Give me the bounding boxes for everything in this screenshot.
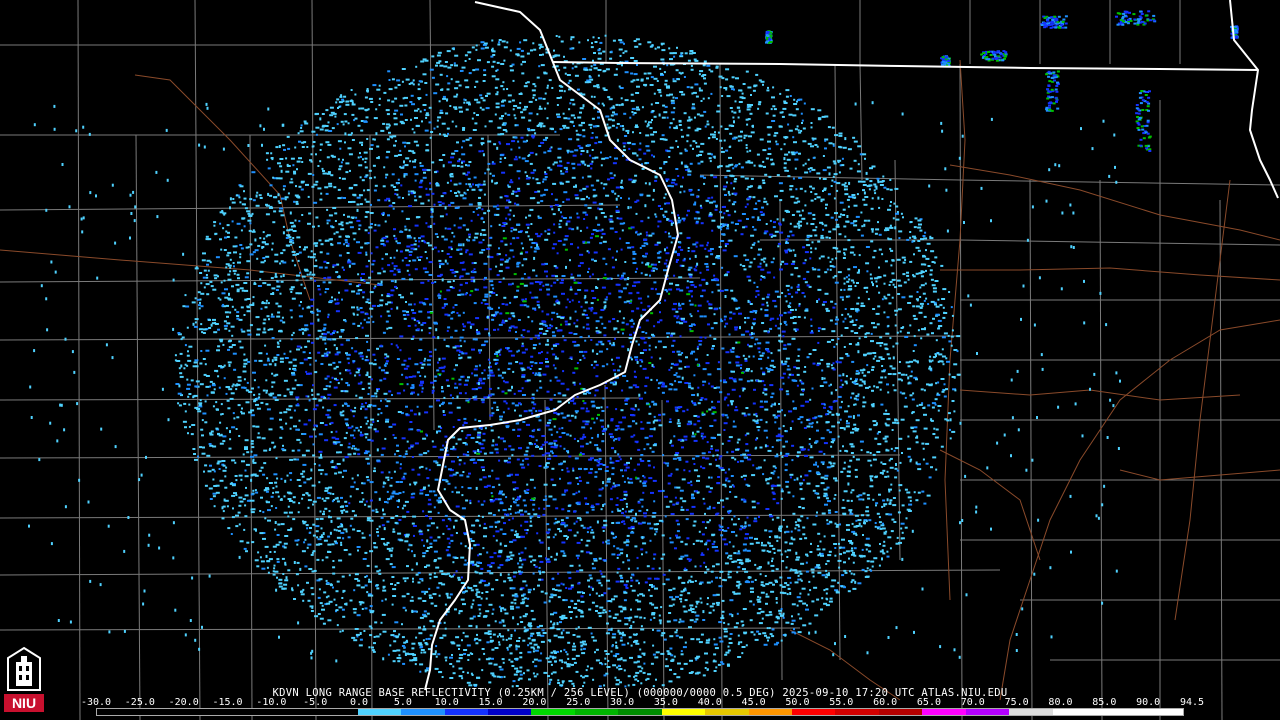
colorbar-tick-label: 90.0 <box>1136 697 1161 708</box>
colorbar-swatch <box>835 709 879 715</box>
colorbar-swatch <box>1009 709 1053 715</box>
colorbar-swatch <box>661 709 706 715</box>
colorbar-swatch <box>401 709 445 715</box>
colorbar-tick-label: 45.0 <box>741 697 766 708</box>
colorbar-tick-label: 55.0 <box>829 697 854 708</box>
colorbar-tick-label: -15.0 <box>212 697 243 708</box>
colorbar-tick-label: -20.0 <box>168 697 199 708</box>
colorbar-tick-label: -25.0 <box>124 697 155 708</box>
colorbar-swatch <box>314 709 358 715</box>
colorbar-tick-label: 20.0 <box>522 697 547 708</box>
niu-logo: NIU <box>4 646 44 714</box>
colorbar-swatch <box>97 709 141 715</box>
colorbar-tick-label: 75.0 <box>1004 697 1029 708</box>
colorbar-tick-label: 15.0 <box>478 697 503 708</box>
colorbar-swatch <box>444 709 488 715</box>
colorbar-swatch <box>922 709 966 715</box>
colorbar-swatch <box>270 709 315 715</box>
colorbar-swatch <box>1139 709 1183 715</box>
colorbar-tick-label: 60.0 <box>873 697 898 708</box>
colorbar-swatch <box>574 709 619 715</box>
radar-map <box>0 0 1280 720</box>
colorbar-tick-label: 50.0 <box>785 697 810 708</box>
colorbar-swatch <box>227 709 271 715</box>
colorbar-swatch <box>965 709 1010 715</box>
colorbar-swatch <box>618 709 662 715</box>
colorbar-swatch <box>878 709 923 715</box>
colorbar-tick-label: 94.5 <box>1179 697 1205 708</box>
colorbar-tick-label: 70.0 <box>960 697 985 708</box>
colorbar-swatch <box>487 709 532 715</box>
colorbar-tick-label: -10.0 <box>256 697 287 708</box>
colorbar-tick-label: -30.0 <box>80 697 112 708</box>
colorbar-tick-label: 65.0 <box>916 697 941 708</box>
colorbar-tick-label: 30.0 <box>610 697 635 708</box>
radar-site-marker <box>561 358 573 370</box>
niu-tower-icon: NIU <box>4 646 44 712</box>
colorbar-tick-label: 5.0 <box>393 697 412 708</box>
colorbar-tick-labels: -30.0 -25.0 -20.0 -15.0 -10.0 -5.0 0.0 5.0 10.0 1… <box>81 697 1204 708</box>
colorbar-swatch <box>705 709 749 715</box>
colorbar-tick-label: 25.0 <box>566 697 591 708</box>
colorbar-swatch <box>1052 709 1097 715</box>
colorbar-swatch <box>140 709 184 715</box>
colorbar-swatch <box>748 709 792 715</box>
colorbar-swatch <box>792 709 836 715</box>
colorbar-tick-label: 40.0 <box>697 697 722 708</box>
colorbar-swatch <box>531 709 575 715</box>
colorbar-tick-label: 10.0 <box>434 697 459 708</box>
colorbar-swatch <box>357 709 402 715</box>
colorbar-tick-label: 85.0 <box>1092 697 1117 708</box>
colorbar-tick-label: 0.0 <box>350 697 369 708</box>
reflectivity-colorbar <box>96 708 1184 716</box>
colorbar-swatch <box>183 709 228 715</box>
colorbar-tick-label: 35.0 <box>653 697 678 708</box>
colorbar-tick-label: -5.0 <box>303 697 328 708</box>
colorbar-tick-label: 80.0 <box>1048 697 1073 708</box>
colorbar-swatch <box>1096 709 1140 715</box>
